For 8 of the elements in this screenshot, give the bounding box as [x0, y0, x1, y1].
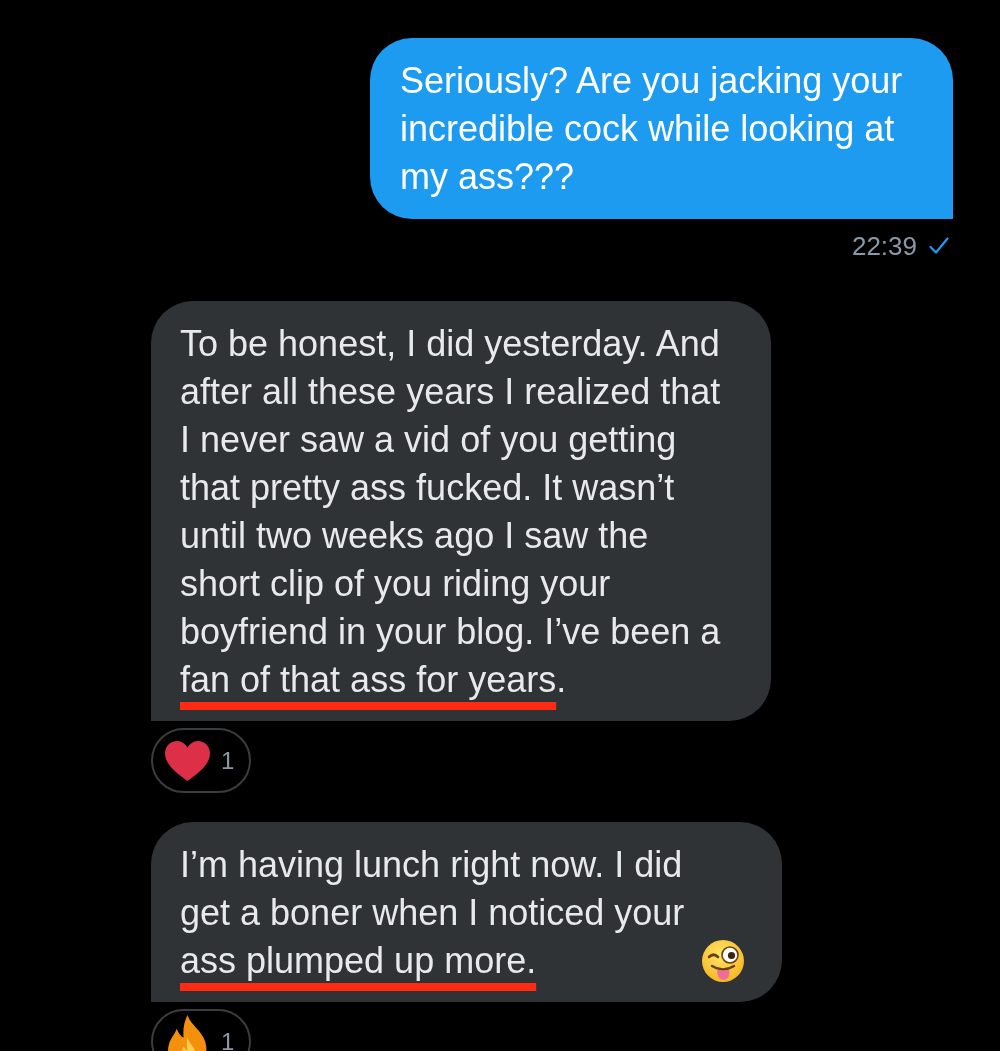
message-text: Seriously? Are you jacking your incredible cock while looking at my ass???	[400, 59, 904, 199]
winking-face-icon	[702, 940, 744, 982]
heart-icon	[164, 739, 211, 782]
reaction-button[interactable]: 1	[151, 728, 252, 793]
message-text: To be honest, I did yesterday. And after all these years I realized that I never saw a vid of you getting that pretty ass fucked. It wasn’t until two weeks ago I saw the short clip of you riding your boyfriend in your blog. I’ve been a fan of that ass for years.	[180, 322, 722, 702]
message-text: I’m having lunch right now. I did get a boner when I noticed your ass plumped up more.	[180, 843, 686, 983]
reaction-button[interactable]: 1	[151, 1009, 252, 1051]
message-time: 22:39	[851, 233, 917, 259]
